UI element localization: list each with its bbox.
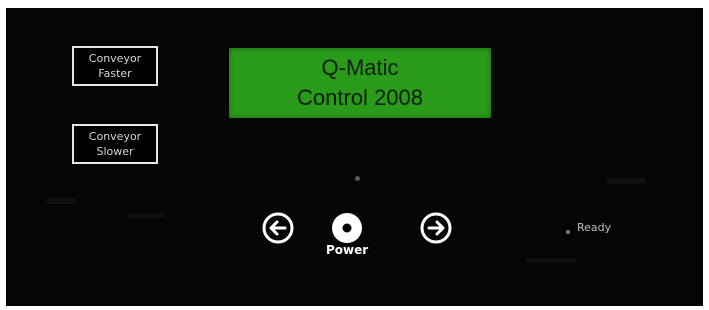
panel-texture	[126, 213, 166, 218]
left-arrow-button[interactable]	[261, 211, 295, 245]
panel-texture	[526, 258, 576, 263]
lcd-display: Q-Matic Control 2008	[229, 48, 491, 118]
lcd-line-1: Q-Matic	[321, 55, 399, 80]
ready-indicator-led	[566, 230, 570, 234]
conveyor-slower-label-line1: Conveyor	[88, 130, 142, 143]
control-panel: Conveyor Faster Conveyor Slower Q-Matic …	[6, 8, 703, 306]
indicator-dot	[355, 176, 360, 181]
arrow-left-icon	[262, 212, 294, 244]
panel-texture	[606, 178, 646, 184]
arrow-right-icon	[420, 212, 452, 244]
conveyor-faster-button[interactable]: Conveyor Faster	[72, 46, 158, 86]
power-label: Power	[326, 243, 369, 257]
power-button[interactable]	[330, 211, 364, 245]
conveyor-slower-button[interactable]: Conveyor Slower	[72, 124, 158, 164]
conveyor-faster-label-line2: Faster	[98, 67, 132, 80]
conveyor-slower-label-line2: Slower	[96, 145, 134, 158]
panel-texture	[46, 198, 76, 204]
lcd-line-2: Control 2008	[297, 85, 423, 110]
ready-label: Ready	[577, 221, 612, 234]
right-arrow-button[interactable]	[419, 211, 453, 245]
conveyor-faster-label-line1: Conveyor	[88, 52, 142, 65]
power-icon	[332, 213, 362, 243]
